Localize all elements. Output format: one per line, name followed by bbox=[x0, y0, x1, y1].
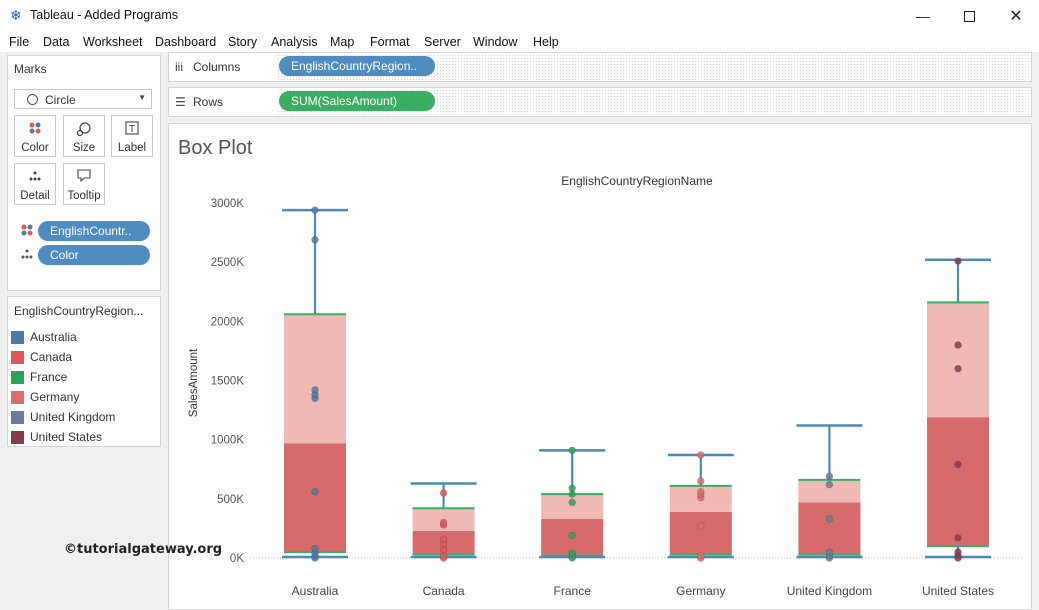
legend-label: France bbox=[30, 370, 68, 384]
menu-story[interactable]: Story bbox=[228, 35, 257, 49]
tooltip-button[interactable]: Tooltip bbox=[63, 163, 105, 205]
rows-field-pill[interactable]: SUM(SalesAmount) bbox=[279, 91, 435, 111]
close-button[interactable]: ✕ bbox=[993, 0, 1039, 32]
size-button-label: Size bbox=[72, 142, 96, 154]
legend-label: United States bbox=[30, 430, 103, 444]
legend-label: Germany bbox=[30, 390, 80, 404]
menu-help[interactable]: Help bbox=[533, 35, 559, 49]
menu-bar: File Data Worksheet Dashboard Story Anal… bbox=[0, 32, 1039, 52]
tooltip-bubble-icon bbox=[64, 169, 104, 186]
label-t-icon: T bbox=[112, 121, 152, 138]
window-title: Tableau - Added Programs bbox=[30, 8, 179, 22]
detail-dots-icon bbox=[20, 248, 34, 263]
size-button[interactable]: Size bbox=[63, 115, 105, 157]
maximize-icon bbox=[963, 10, 975, 22]
circle-mark-icon bbox=[27, 94, 38, 105]
label-button[interactable]: T Label bbox=[111, 115, 153, 157]
color-dots-icon bbox=[15, 121, 55, 138]
minimize-button[interactable]: — bbox=[900, 0, 946, 32]
rows-shelf-label: Rows bbox=[193, 95, 224, 109]
color-button[interactable]: Color bbox=[14, 115, 56, 157]
marks-card-title: Marks bbox=[14, 62, 47, 76]
legend-swatch bbox=[11, 431, 24, 444]
columns-shelf-label: Columns bbox=[193, 60, 241, 74]
detail-field-pill[interactable]: Color bbox=[38, 245, 150, 265]
label-button-label: Label bbox=[117, 142, 147, 154]
detail-button[interactable]: Detail bbox=[14, 163, 56, 205]
legend-swatch bbox=[11, 391, 24, 404]
mark-type-value: Circle bbox=[45, 93, 76, 107]
menu-dashboard[interactable]: Dashboard bbox=[155, 35, 216, 49]
tableau-logo-icon: ❄ bbox=[10, 7, 22, 23]
dropdown-arrow-icon: ▼ bbox=[138, 93, 146, 102]
menu-worksheet[interactable]: Worksheet bbox=[83, 35, 143, 49]
color-dots-icon bbox=[20, 223, 34, 240]
menu-server[interactable]: Server bbox=[424, 35, 461, 49]
columns-icon: iii bbox=[175, 60, 183, 74]
title-bar: ❄ Tableau - Added Programs — ✕ bbox=[0, 0, 1039, 32]
watermark: ©tutorialgateway.org bbox=[64, 542, 223, 557]
legend-swatch bbox=[11, 371, 24, 384]
menu-format[interactable]: Format bbox=[370, 35, 410, 49]
size-icon bbox=[64, 121, 104, 140]
menu-file[interactable]: File bbox=[9, 35, 29, 49]
legend-swatch bbox=[11, 331, 24, 344]
legend-label: Australia bbox=[30, 330, 77, 344]
minimize-icon: — bbox=[916, 8, 930, 24]
detail-dots-icon bbox=[15, 169, 55, 186]
maximize-button[interactable] bbox=[946, 0, 992, 32]
legend-swatch bbox=[11, 411, 24, 424]
mark-type-dropdown[interactable]: Circle ▼ bbox=[14, 89, 152, 109]
menu-data[interactable]: Data bbox=[43, 35, 69, 49]
legend-label: United Kingdom bbox=[30, 410, 116, 424]
legend-swatch bbox=[11, 351, 24, 364]
menu-map[interactable]: Map bbox=[330, 35, 354, 49]
worksheet-view[interactable] bbox=[168, 123, 1032, 610]
sheet-title: Box Plot bbox=[178, 137, 253, 159]
legend-label: Canada bbox=[30, 350, 73, 364]
color-button-label: Color bbox=[21, 142, 49, 154]
tooltip-button-label: Tooltip bbox=[67, 190, 101, 202]
columns-field-pill[interactable]: EnglishCountryRegion.. bbox=[279, 56, 435, 76]
menu-analysis[interactable]: Analysis bbox=[271, 35, 318, 49]
color-field-pill[interactable]: EnglishCountr.. bbox=[38, 221, 150, 241]
rows-icon: ☰ bbox=[175, 95, 186, 109]
menu-window[interactable]: Window bbox=[473, 35, 517, 49]
legend-title: EnglishCountryRegion... bbox=[14, 304, 144, 318]
svg-text:T: T bbox=[129, 124, 135, 135]
close-icon: ✕ bbox=[1009, 8, 1023, 25]
detail-button-label: Detail bbox=[20, 190, 50, 202]
